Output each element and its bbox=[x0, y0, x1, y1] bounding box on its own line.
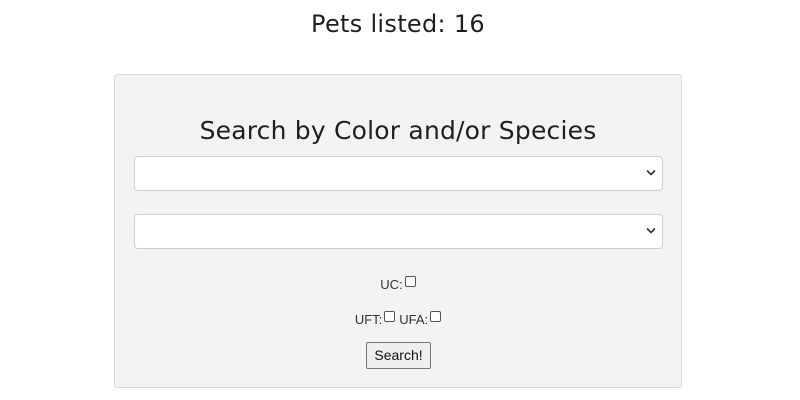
uft-label: UFT: bbox=[354, 311, 383, 327]
uc-label: UC: bbox=[380, 276, 403, 292]
page-title: Pets listed: 16 bbox=[311, 10, 485, 38]
search-button[interactable]: Search! bbox=[366, 342, 431, 369]
uft-checkbox[interactable] bbox=[384, 311, 396, 323]
color-select[interactable] bbox=[134, 156, 663, 191]
uc-checkbox[interactable] bbox=[404, 276, 416, 288]
ufa-label: UFA: bbox=[399, 311, 429, 327]
search-panel: Search by Color and/or Species UC: UFT: U… bbox=[114, 74, 682, 388]
chevron-down-icon bbox=[646, 170, 656, 176]
ufa-checkbox[interactable] bbox=[430, 311, 442, 323]
uc-row: UC: bbox=[115, 276, 681, 293]
chevron-down-icon bbox=[646, 228, 656, 234]
search-panel-title: Search by Color and/or Species bbox=[199, 116, 597, 145]
uft-ufa-row: UFT: UFA: bbox=[115, 311, 681, 328]
species-select[interactable] bbox=[134, 214, 663, 249]
